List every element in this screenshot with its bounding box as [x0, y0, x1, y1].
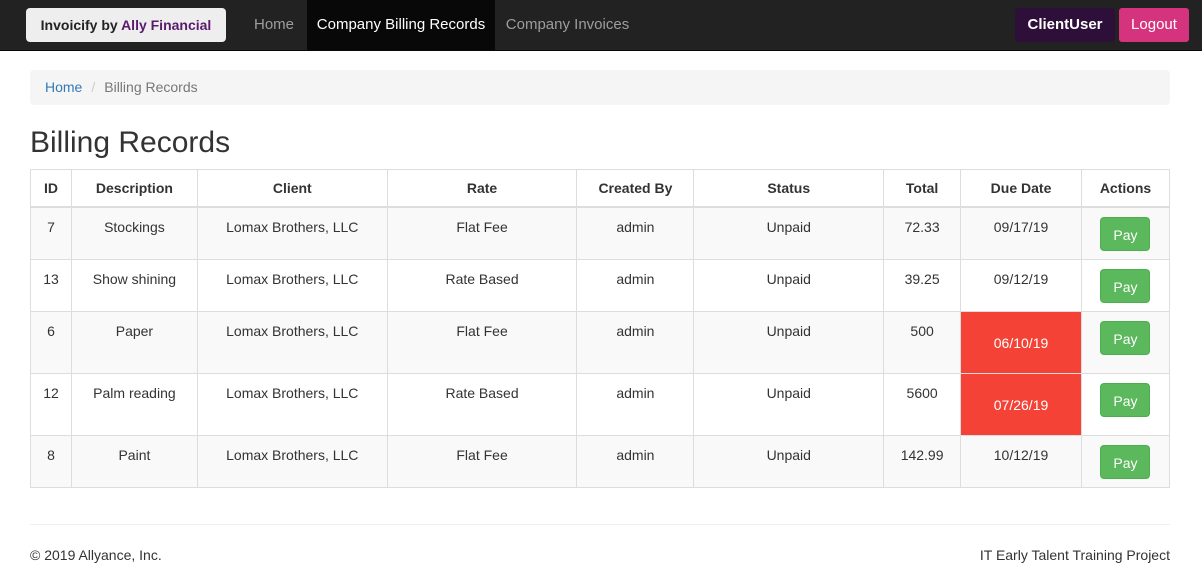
- cell-client: Lomax Brothers, LLC: [196, 206, 388, 260]
- cell-description: Stockings: [70, 206, 198, 260]
- breadcrumb-home-link[interactable]: Home: [45, 79, 82, 95]
- cell-id: 8: [30, 435, 72, 488]
- cell-status: Unpaid: [693, 206, 885, 260]
- cell-status: Unpaid: [693, 373, 885, 436]
- cell-id: 12: [30, 373, 72, 436]
- footer-copyright: © 2019 Allyance, Inc.: [30, 547, 162, 563]
- pay-button[interactable]: Pay: [1100, 269, 1151, 303]
- cell-rate: Flat Fee: [386, 206, 578, 260]
- header-client: Client: [196, 169, 388, 208]
- user-button[interactable]: ClientUser: [1015, 8, 1115, 42]
- cell-rate: Rate Based: [386, 373, 578, 436]
- cell-status: Unpaid: [693, 311, 885, 374]
- cell-rate: Flat Fee: [386, 311, 578, 374]
- nav-company-billing-records[interactable]: Company Billing Records: [307, 0, 495, 50]
- cell-actions: Pay: [1080, 311, 1171, 374]
- header-description: Description: [70, 169, 198, 208]
- cell-created-by: admin: [576, 373, 695, 436]
- cell-description: Palm reading: [70, 373, 198, 436]
- cell-total: 142.99: [883, 435, 962, 488]
- header-total: Total: [883, 169, 962, 208]
- table-row: 6 Paper Lomax Brothers, LLC Flat Fee adm…: [30, 311, 1171, 374]
- cell-due-date: 09/17/19: [960, 206, 1082, 260]
- pay-button[interactable]: Pay: [1100, 321, 1151, 355]
- cell-total: 5600: [883, 373, 962, 436]
- cell-client: Lomax Brothers, LLC: [196, 373, 388, 436]
- footer-project: IT Early Talent Training Project: [979, 547, 1170, 563]
- cell-total: 72.33: [883, 206, 962, 260]
- cell-created-by: admin: [576, 206, 695, 260]
- cell-status: Unpaid: [693, 435, 885, 488]
- cell-description: Paper: [70, 311, 198, 374]
- cell-due-date: 09/12/19: [960, 259, 1082, 312]
- cell-total: 39.25: [883, 259, 962, 312]
- cell-client: Lomax Brothers, LLC: [196, 259, 388, 312]
- pay-button[interactable]: Pay: [1100, 445, 1151, 479]
- header-due-date: Due Date: [960, 169, 1082, 208]
- footer-divider: [30, 524, 1170, 525]
- cell-rate: Rate Based: [386, 259, 578, 312]
- cell-client: Lomax Brothers, LLC: [196, 435, 388, 488]
- cell-created-by: admin: [576, 435, 695, 488]
- cell-id: 6: [30, 311, 72, 374]
- table-row: 13 Show shining Lomax Brothers, LLC Rate…: [30, 259, 1171, 312]
- table-row: 7 Stockings Lomax Brothers, LLC Flat Fee…: [30, 206, 1171, 260]
- cell-actions: Pay: [1080, 373, 1171, 436]
- table-row: 12 Palm reading Lomax Brothers, LLC Rate…: [30, 373, 1171, 436]
- brand-accent: Ally Financial: [121, 17, 212, 33]
- logout-button[interactable]: Logout: [1119, 8, 1189, 42]
- cell-created-by: admin: [576, 259, 695, 312]
- header-status: Status: [693, 169, 885, 208]
- top-navbar: Invoicify by Ally Financial Home Company…: [0, 0, 1202, 51]
- cell-client: Lomax Brothers, LLC: [196, 311, 388, 374]
- nav-company-invoices[interactable]: Company Invoices: [495, 0, 640, 50]
- brand-prefix: Invoicify by: [40, 17, 122, 33]
- header-id: ID: [30, 169, 72, 208]
- table-row: 8 Paint Lomax Brothers, LLC Flat Fee adm…: [30, 435, 1171, 488]
- cell-rate: Flat Fee: [386, 435, 578, 488]
- cell-total: 500: [883, 311, 962, 374]
- cell-description: Paint: [70, 435, 198, 488]
- breadcrumb: Home / Billing Records: [30, 70, 1170, 105]
- page-title: Billing Records: [30, 126, 231, 159]
- cell-due-date-overdue: 07/26/19: [960, 373, 1082, 436]
- billing-records-table: ID Description Client Rate Created By St…: [30, 169, 1171, 488]
- brand-logo[interactable]: Invoicify by Ally Financial: [26, 8, 226, 42]
- cell-actions: Pay: [1080, 259, 1171, 312]
- nav-home[interactable]: Home: [241, 0, 307, 50]
- breadcrumb-separator: /: [91, 79, 96, 95]
- breadcrumb-current: Billing Records: [104, 79, 198, 95]
- cell-description: Show shining: [70, 259, 198, 312]
- header-actions: Actions: [1080, 169, 1171, 208]
- cell-id: 7: [30, 206, 72, 260]
- cell-actions: Pay: [1080, 435, 1171, 488]
- cell-due-date-overdue: 06/10/19: [960, 311, 1082, 374]
- pay-button[interactable]: Pay: [1100, 383, 1151, 417]
- cell-actions: Pay: [1080, 206, 1171, 260]
- pay-button[interactable]: Pay: [1100, 217, 1151, 251]
- cell-due-date: 10/12/19: [960, 435, 1082, 488]
- cell-status: Unpaid: [693, 259, 885, 312]
- table-header-row: ID Description Client Rate Created By St…: [30, 169, 1171, 208]
- cell-id: 13: [30, 259, 72, 312]
- header-created-by: Created By: [576, 169, 695, 208]
- header-rate: Rate: [386, 169, 578, 208]
- cell-created-by: admin: [576, 311, 695, 374]
